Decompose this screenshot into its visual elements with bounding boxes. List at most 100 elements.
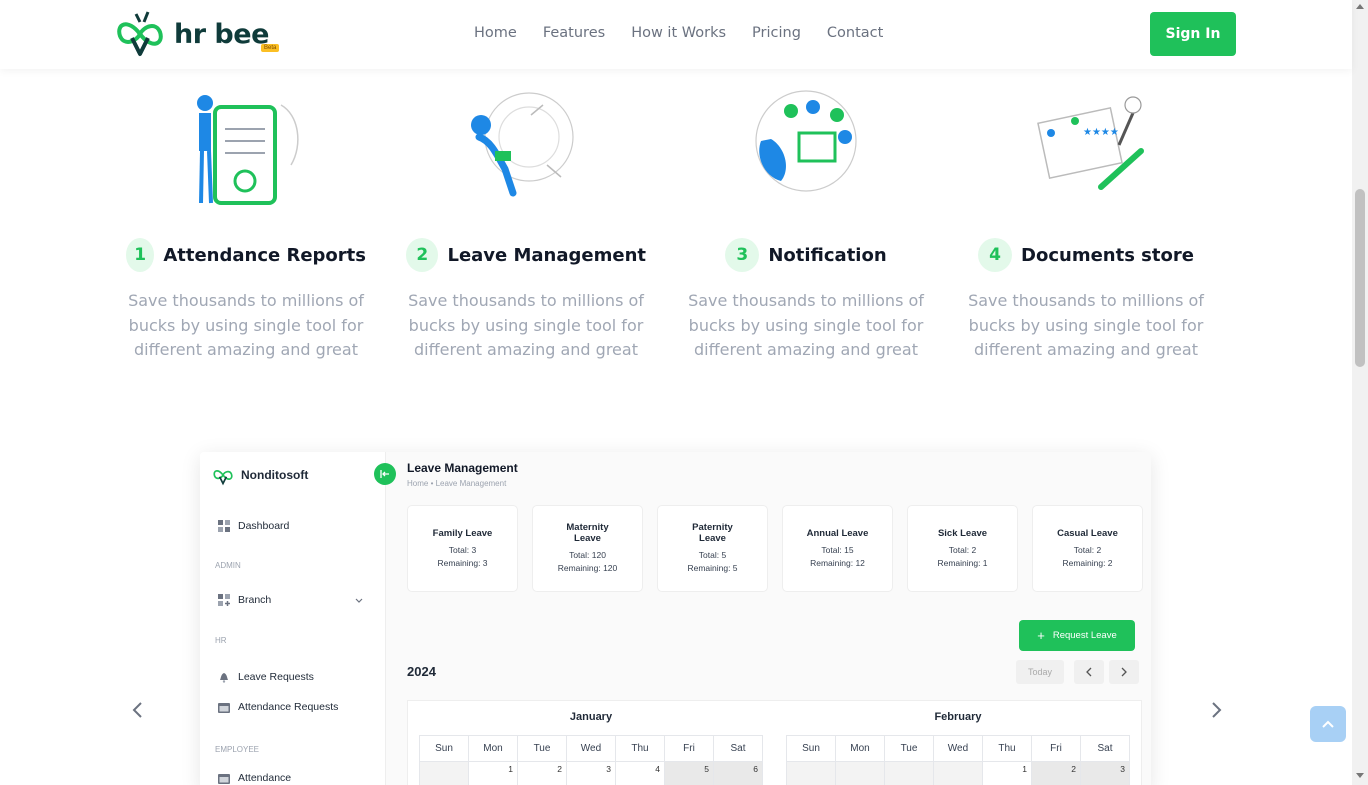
feature-title: Documents store — [1021, 244, 1194, 266]
sidebar-item-attendance-requests[interactable]: Attendance Requests — [218, 701, 338, 713]
leave-card-remaining: Remaining: 1 — [937, 557, 988, 568]
carousel-prev-icon[interactable] — [130, 700, 146, 720]
feature-heading: 1 Attendance Reports — [126, 238, 366, 272]
sidebar-item-leave-requests[interactable]: Leave Requests — [218, 671, 314, 683]
nav-features[interactable]: Features — [543, 25, 605, 41]
collapse-arrow-icon — [380, 470, 389, 478]
sidebar-item-branch[interactable]: Branch — [218, 594, 271, 606]
step-number: 3 — [725, 238, 760, 272]
sidebar-item-label: Attendance Requests — [238, 701, 339, 713]
org-name: Nonditosoft — [241, 468, 309, 482]
leave-card-remaining: Remaining: 2 — [1062, 557, 1113, 568]
sign-in-button[interactable]: Sign In — [1150, 12, 1236, 56]
leave-card-maternity[interactable]: Maternity Leave Total: 120 Remaining: 12… — [532, 505, 643, 592]
feature-heading: 3 Notification — [686, 238, 926, 272]
chevron-up-icon — [1322, 720, 1334, 728]
step-number: 2 — [406, 238, 439, 272]
request-leave-button[interactable]: + Request Leave — [1019, 620, 1135, 651]
weekday-header: Wed — [566, 735, 616, 762]
day-cell[interactable]: 6 — [713, 761, 763, 785]
leave-card-remaining: Remaining: 3 — [437, 557, 488, 568]
feature-heading: 2 Leave Management — [406, 238, 646, 272]
sidebar-item-dashboard[interactable]: Dashboard — [218, 520, 289, 532]
weekday-header: Sat — [713, 735, 763, 762]
feature-documents-store: ★★★★ 4 Documents store Save thousands to… — [966, 85, 1206, 363]
back-to-top-button[interactable] — [1310, 706, 1346, 742]
day-cell[interactable]: 3 — [566, 761, 616, 785]
feature-attendance-reports: 1 Attendance Reports Save thousands to m… — [126, 85, 366, 363]
leave-card-remaining: Remaining: 5 — [687, 563, 738, 573]
calendar-next-button[interactable] — [1109, 660, 1139, 684]
bell-icon — [220, 673, 228, 683]
calendar-prev-button[interactable] — [1074, 660, 1104, 684]
attendance-illustration-icon — [197, 95, 299, 205]
breadcrumb[interactable]: Home • Leave Management — [407, 479, 506, 488]
chevron-down-icon[interactable] — [355, 598, 363, 604]
day-cell[interactable]: 5 — [664, 761, 714, 785]
day-cell — [786, 761, 836, 785]
scroll-up-arrow-icon[interactable] — [1356, 4, 1364, 9]
weekday-header: Mon — [468, 735, 518, 762]
nav-contact[interactable]: Contact — [827, 25, 883, 41]
main-nav: Home Features How it Works Pricing Conta… — [474, 25, 883, 41]
nav-home[interactable]: Home — [474, 25, 517, 41]
site-header: hr bee Beta Home Features How it Works P… — [0, 0, 1352, 69]
brand-logo[interactable]: hr bee Beta — [114, 8, 280, 60]
grid-icon — [218, 520, 230, 532]
calendar-january: Sun Mon Tue Wed Thu Fri Sat 1 2 3 4 5 6 — [419, 735, 763, 785]
leave-card-family[interactable]: Family Leave Total: 3 Remaining: 3 — [407, 505, 518, 592]
weekday-header: Sun — [419, 735, 469, 762]
app-screenshot-mockup: Nonditosoft Dashboard ADMIN Branch HR Le… — [200, 452, 1151, 785]
nav-pricing[interactable]: Pricing — [752, 25, 801, 41]
leave-illustration-icon — [471, 92, 574, 197]
grid-plus-icon — [218, 594, 230, 606]
feature-title: Notification — [768, 244, 887, 266]
leave-card-annual[interactable]: Annual Leave Total: 15 Remaining: 12 — [782, 505, 893, 592]
day-cell[interactable]: 1 — [982, 761, 1032, 785]
leave-card-paternity[interactable]: Paternity Leave Total: 5 Remaining: 5 — [657, 505, 768, 592]
day-cell — [835, 761, 885, 785]
weekday-header: Tue — [884, 735, 934, 762]
calendar-icon — [218, 703, 230, 713]
scrollbar-thumb[interactable] — [1355, 189, 1365, 367]
leave-card-casual[interactable]: Casual Leave Total: 2 Remaining: 2 — [1032, 505, 1143, 592]
app-sidebar: Nonditosoft Dashboard ADMIN Branch HR Le… — [200, 452, 386, 785]
day-cell[interactable]: 4 — [615, 761, 665, 785]
feature-description: Save thousands to millions of bucks by u… — [128, 291, 364, 359]
scrollbar-track[interactable] — [1352, 0, 1368, 785]
sidebar-section-employee: EMPLOYEE — [215, 745, 260, 754]
sidebar-item-attendance[interactable]: Attendance — [218, 772, 291, 784]
leave-card-title: Paternity Leave — [692, 522, 733, 544]
feature-description: Save thousands to millions of bucks by u… — [968, 291, 1204, 359]
sidebar-section-hr: HR — [215, 636, 227, 645]
beta-badge: Beta — [261, 44, 280, 52]
leave-card-title: Sick Leave — [937, 527, 988, 539]
calendar-icon — [218, 774, 230, 784]
step-number: 4 — [978, 238, 1013, 272]
leave-card-total: Total: 120 — [569, 550, 606, 560]
documents-illustration-icon: ★★★★ — [1037, 96, 1144, 190]
calendar-february: Sun Mon Tue Wed Thu Fri Sat 1 2 3 — [786, 735, 1130, 785]
leave-card-sick[interactable]: Sick Leave Total: 2 Remaining: 1 — [907, 505, 1018, 592]
carousel-next-icon[interactable] — [1208, 700, 1224, 720]
day-cell[interactable]: 2 — [1031, 761, 1081, 785]
scroll-down-arrow-icon[interactable] — [1356, 773, 1364, 778]
day-cell — [884, 761, 934, 785]
sidebar-collapse-button[interactable] — [374, 463, 396, 485]
weekday-header: Mon — [835, 735, 885, 762]
weekday-header: Thu — [982, 735, 1032, 762]
calendar-year: 2024 — [407, 664, 436, 679]
brand-name: hr bee — [174, 18, 269, 50]
feature-notification: 3 Notification Save thousands to million… — [686, 85, 926, 363]
nav-how-it-works[interactable]: How it Works — [631, 25, 726, 41]
sidebar-item-label: Leave Requests — [238, 671, 314, 683]
day-cell — [933, 761, 983, 785]
day-cell[interactable]: 2 — [517, 761, 567, 785]
weekday-header: Wed — [933, 735, 983, 762]
page-title: Leave Management — [407, 461, 518, 475]
day-cell[interactable]: 3 — [1080, 761, 1130, 785]
today-button[interactable]: Today — [1016, 660, 1064, 684]
day-cell[interactable]: 1 — [468, 761, 518, 785]
leave-card-remaining: Remaining: 120 — [557, 563, 618, 573]
leave-card-remaining: Remaining: 12 — [810, 557, 865, 568]
